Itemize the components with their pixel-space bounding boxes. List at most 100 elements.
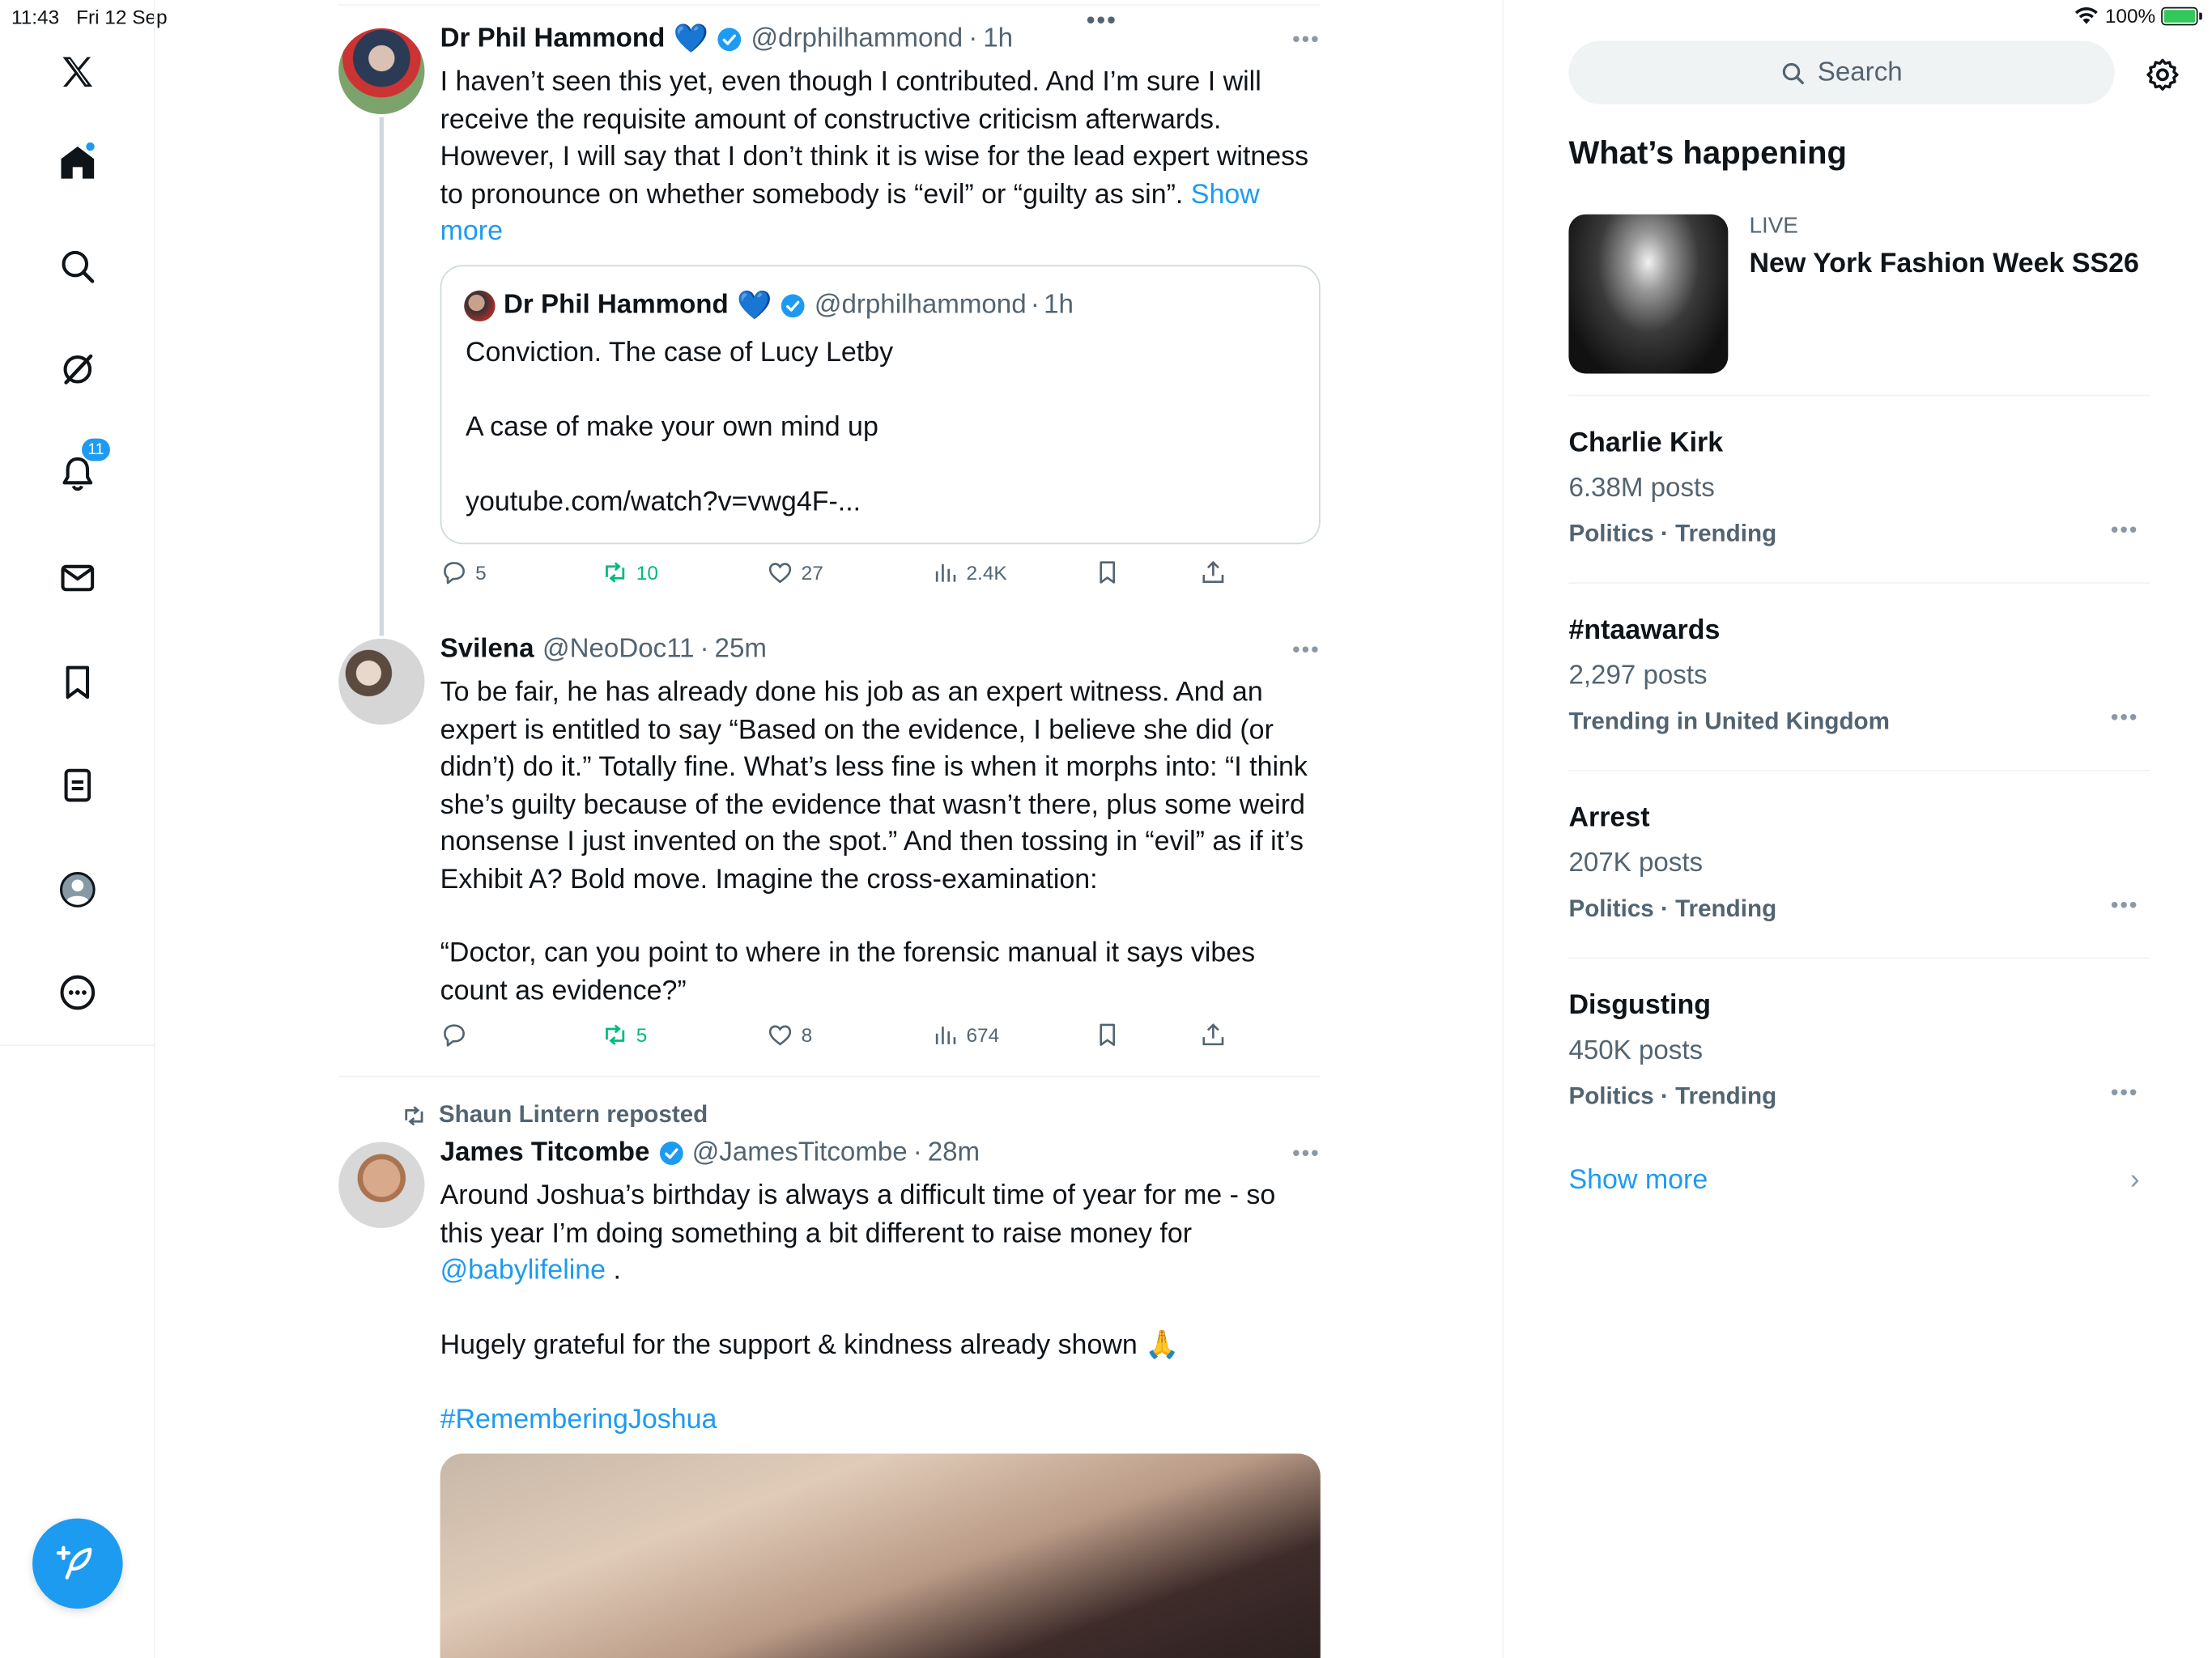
like-button[interactable]: 27 <box>766 559 823 587</box>
compose-feather-icon <box>56 1545 92 1579</box>
tweet-time[interactable]: 25m <box>715 635 767 665</box>
timeline-menu-icon[interactable]: ••• <box>1087 6 1117 36</box>
search-bar[interactable]: Search <box>1568 40 2115 104</box>
show-more-trends-link[interactable]: Show more <box>1568 1164 1708 1197</box>
tweet-body-end: . <box>606 1254 621 1286</box>
hashtag-link[interactable]: #RememberingJoshua <box>440 1405 717 1435</box>
bookmark-button[interactable] <box>1093 1021 1121 1049</box>
author-handle[interactable]: @drphilhammond <box>751 24 963 55</box>
share-button[interactable] <box>1199 1021 1227 1049</box>
share-button[interactable] <box>1199 559 1227 587</box>
repost-context: Shaun Lintern reposted <box>401 1101 708 1129</box>
share-icon <box>1202 1023 1224 1046</box>
avatar[interactable] <box>338 28 425 115</box>
trend-context: Politics · Trending <box>1568 895 1777 922</box>
author-name[interactable]: James Titcombe <box>440 1137 650 1168</box>
tweet-divider <box>338 1075 1321 1078</box>
live-label: LIVE <box>1749 214 1798 239</box>
repost-icon <box>606 562 625 583</box>
trend-context: Politics · Trending <box>1568 520 1777 547</box>
repost-button[interactable]: 10 <box>601 559 658 587</box>
author-name[interactable]: Svilena <box>440 635 534 665</box>
trend-more-icon[interactable]: ••• <box>2111 894 2139 919</box>
tweet-header: James Titcombe @JamesTitcombe · 28m <box>440 1137 981 1168</box>
tweet-text: Around Joshua’s birthday is always a dif… <box>440 1177 1321 1289</box>
trend-posts: 207K posts <box>1568 848 1704 878</box>
reply-button[interactable] <box>440 1021 476 1049</box>
like-count: 27 <box>801 561 823 584</box>
notifications-badge: 11 <box>80 436 112 463</box>
views-button[interactable]: 2.4K <box>931 559 1007 587</box>
repost-button[interactable]: 5 <box>601 1021 647 1049</box>
quoted-tweet[interactable]: Dr Phil Hammond 💙 @drphilhammond · 1h Co… <box>440 265 1321 545</box>
like-count: 8 <box>801 1023 813 1047</box>
repost-label[interactable]: Shaun Lintern reposted <box>439 1101 708 1129</box>
trend-more-icon[interactable]: ••• <box>2111 706 2139 731</box>
timeline-top-divider <box>338 4 1321 6</box>
app-frame: 11:43 Fri 12 Sep 100% 11 ••• Dr Phil Ham… <box>0 0 2212 1658</box>
tweet-text: To be fair, he has already done his job … <box>440 676 1308 895</box>
share-icon <box>1202 560 1224 583</box>
like-button[interactable]: 8 <box>766 1021 812 1049</box>
heart-icon <box>768 1025 792 1046</box>
chevron-right-icon: › <box>2129 1164 2140 1196</box>
tweet-time[interactable]: 1h <box>983 24 1013 55</box>
timeline: ••• Dr Phil Hammond 💙 @drphilhammond · 1… <box>338 0 1321 1658</box>
tweet-media-image[interactable] <box>440 1453 1321 1658</box>
right-sidebar: Search What’s happening LIVE New York Fa… <box>1502 0 2212 1658</box>
quote-header: Dr Phil Hammond 💙 @drphilhammond · 1h <box>464 290 1074 322</box>
tweet-header: Svilena @NeoDoc11 · 25m <box>440 635 767 665</box>
trend-item[interactable]: Disgusting 450K posts Politics · Trendin… <box>1568 990 2150 1131</box>
trend-item[interactable]: Arrest 207K posts Politics · Trending ••… <box>1568 802 2150 943</box>
verified-badge-icon <box>659 1141 683 1165</box>
trend-context: Trending in United Kingdom <box>1568 708 1890 735</box>
tweet-more-icon[interactable]: ••• <box>1292 1142 1321 1167</box>
tweet-time[interactable]: 28m <box>928 1137 980 1168</box>
bookmarks-icon[interactable] <box>52 657 103 708</box>
trend-more-icon[interactable]: ••• <box>2111 1082 2139 1107</box>
trend-posts: 6.38M posts <box>1568 474 1715 504</box>
thread-line <box>379 117 384 636</box>
avatar[interactable] <box>338 638 425 725</box>
quote-text: Conviction. The case of Lucy Letby A cas… <box>465 337 894 518</box>
grok-icon[interactable] <box>52 344 103 395</box>
trend-divider <box>1568 957 2150 959</box>
tweet-more-icon[interactable]: ••• <box>1292 28 1321 53</box>
notifications-bell-icon[interactable]: 11 <box>52 436 112 500</box>
author-handle[interactable]: @JamesTitcombe <box>692 1137 908 1168</box>
dot-separator: · <box>912 1137 922 1167</box>
search-icon[interactable] <box>52 241 103 292</box>
tweet-more-icon[interactable]: ••• <box>1292 639 1321 664</box>
views-chart-icon <box>935 1027 956 1044</box>
featured-event-title: New York Fashion Week SS26 <box>1749 248 2139 279</box>
tweet-header: Dr Phil Hammond 💙 @drphilhammond · 1h <box>440 24 1013 55</box>
trend-posts: 2,297 posts <box>1568 661 1708 691</box>
blue-heart-emoji: 💙 <box>737 290 772 322</box>
repost-icon <box>606 1024 625 1045</box>
reply-count: 5 <box>475 561 487 584</box>
lists-icon[interactable] <box>52 760 103 811</box>
home-icon[interactable] <box>52 137 103 188</box>
settings-gear-icon[interactable] <box>2144 57 2180 93</box>
trend-item[interactable]: Charlie Kirk 6.38M posts Politics · Tren… <box>1568 427 2150 568</box>
repost-count: 5 <box>636 1023 648 1047</box>
bookmark-button[interactable] <box>1093 559 1121 587</box>
more-circle-icon[interactable] <box>52 967 103 1018</box>
avatar[interactable] <box>338 1141 425 1228</box>
quote-author-name: Dr Phil Hammond <box>504 290 729 321</box>
x-logo-icon[interactable] <box>52 46 103 97</box>
tweet-text-paragraph: Hugely grateful for the support & kindne… <box>440 1329 1180 1361</box>
trend-posts: 450K posts <box>1568 1036 1704 1066</box>
mention-link[interactable]: @babylifeline <box>440 1255 606 1286</box>
whats-happening-title: What’s happening <box>1568 134 1848 171</box>
trend-more-icon[interactable]: ••• <box>2111 519 2139 544</box>
author-name[interactable]: Dr Phil Hammond <box>440 24 666 55</box>
profile-icon[interactable] <box>52 865 103 916</box>
views-button[interactable]: 674 <box>931 1021 999 1049</box>
messages-envelope-icon[interactable] <box>52 553 103 604</box>
reply-button[interactable]: 5 <box>440 559 487 587</box>
trend-item[interactable]: #ntaawards 2,297 posts Trending in Unite… <box>1568 614 2150 755</box>
compose-post-button[interactable] <box>32 1518 123 1609</box>
trend-context: Politics · Trending <box>1568 1082 1777 1110</box>
author-handle[interactable]: @NeoDoc11 <box>542 635 695 665</box>
